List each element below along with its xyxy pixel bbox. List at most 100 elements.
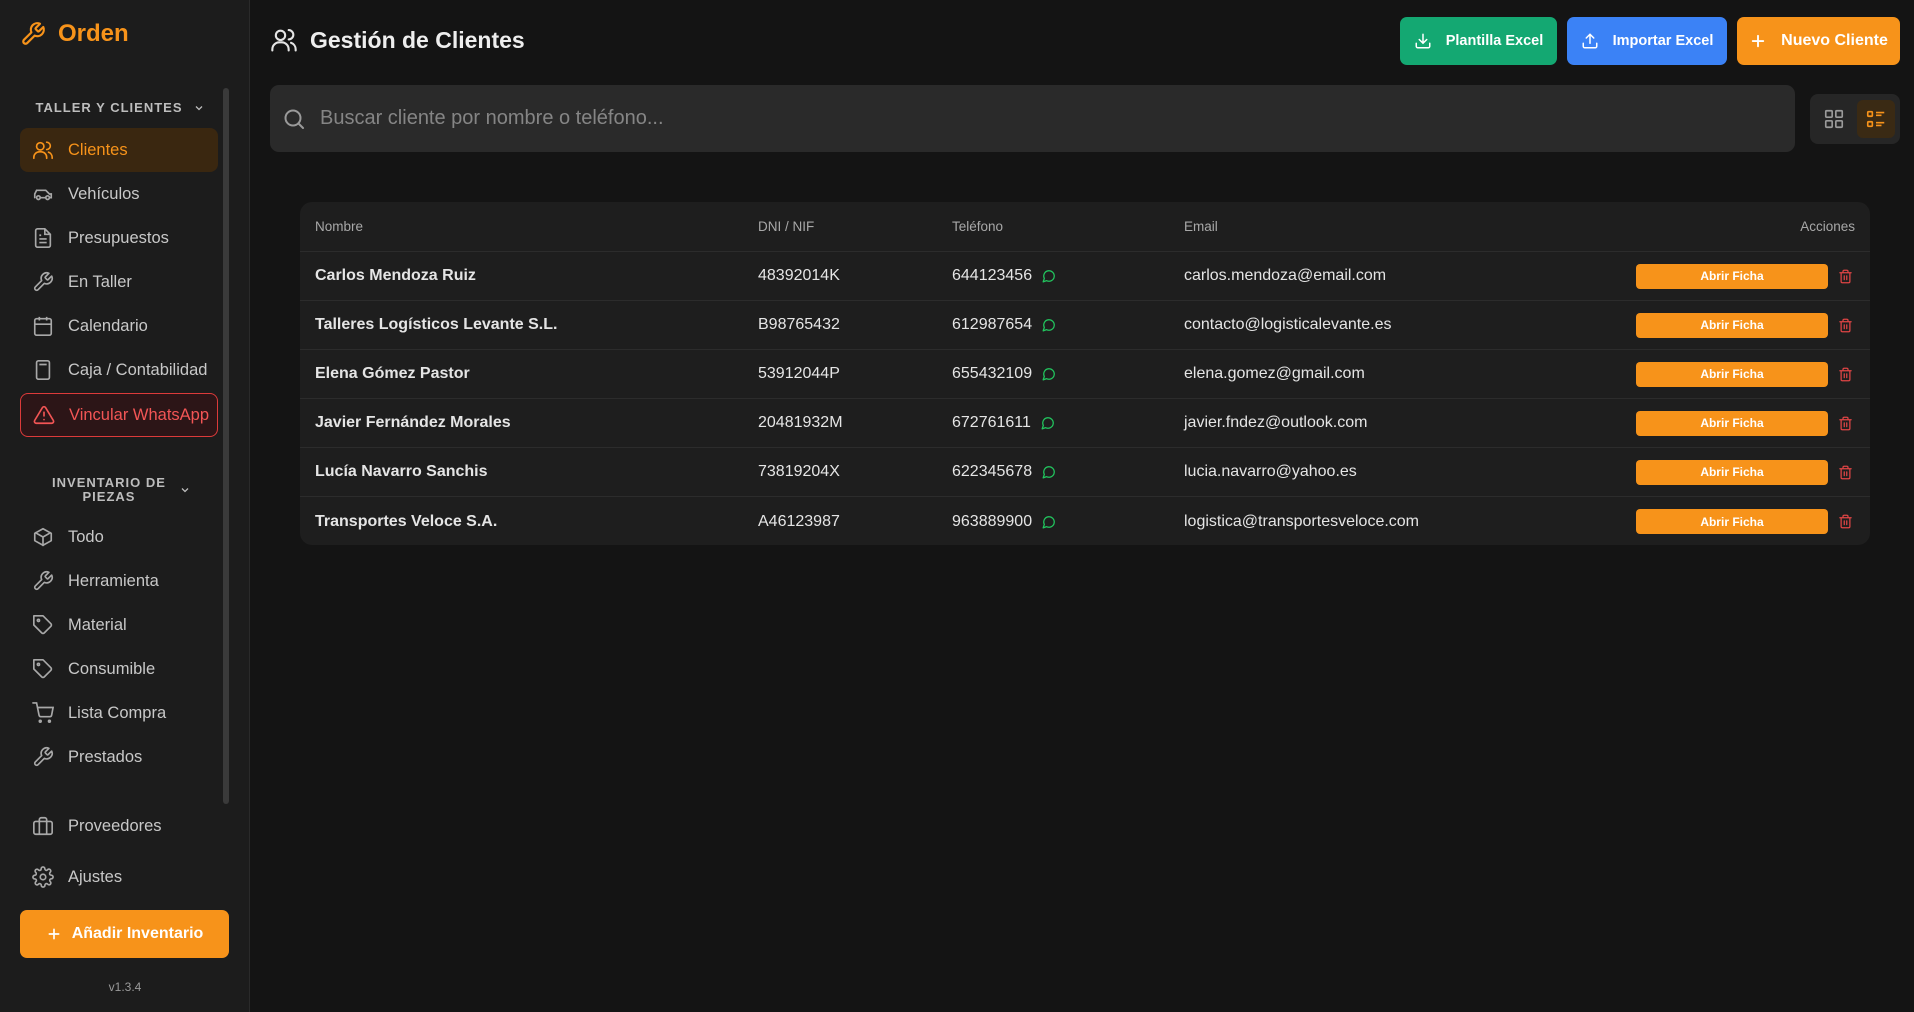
open-record-button[interactable]: Abrir Ficha (1636, 361, 1828, 387)
sidebar-item-caja[interactable]: Caja / Contabilidad (20, 348, 218, 392)
grid-view-button[interactable] (1815, 100, 1853, 138)
row-actions: Abrir Ficha (1636, 509, 1853, 534)
sidebar-item-proveedores[interactable]: Proveedores (20, 804, 218, 848)
section-header-taller[interactable]: TALLER Y CLIENTES (20, 101, 220, 115)
briefcase-icon (32, 815, 54, 837)
new-client-button[interactable]: Nuevo Cliente (1737, 17, 1900, 65)
table-row[interactable]: Elena Gómez Pastor 53912044P 655432109 elen… (300, 350, 1870, 399)
section-header-inventario[interactable]: INVENTARIO DE PIEZAS (20, 476, 220, 504)
client-name: Javier Fernández Morales (315, 414, 511, 431)
client-phone: 655432109 (952, 365, 1033, 382)
whatsapp-chat-icon[interactable] (1042, 269, 1056, 283)
open-record-button[interactable]: Abrir Ficha (1636, 509, 1828, 534)
cart-icon (32, 702, 54, 724)
sidebar-item-material[interactable]: Material (20, 603, 218, 647)
tag-icon (32, 614, 54, 636)
gear-icon (32, 866, 54, 888)
client-email: lucia.navarro@yahoo.es (1184, 463, 1357, 480)
client-name: Elena Gómez Pastor (315, 365, 470, 382)
car-icon (32, 183, 54, 205)
upload-icon (1581, 32, 1599, 50)
table-row[interactable]: Talleres Logísticos Levante S.L. B9876543… (300, 301, 1870, 350)
sidebar-item-en-taller[interactable]: En Taller (20, 260, 218, 304)
whatsapp-chat-icon[interactable] (1042, 318, 1056, 332)
client-phone-cell: 612987654 (952, 316, 1056, 334)
sidebar-item-calendario[interactable]: Calendario (20, 304, 218, 348)
sidebar-item-label: Clientes (68, 140, 128, 159)
open-record-button[interactable]: Abrir Ficha (1636, 312, 1828, 338)
users-icon (32, 139, 54, 161)
sidebar-item-ajustes[interactable]: Ajustes (20, 855, 218, 899)
import-excel-label: Importar Excel (1612, 33, 1714, 49)
trash-icon[interactable] (1838, 367, 1853, 382)
sidebar-item-label: Vincular WhatsApp (69, 405, 210, 424)
new-client-label: Nuevo Cliente (1781, 32, 1888, 49)
list-icon (1865, 108, 1887, 130)
client-email: logistica@transportesveloce.com (1184, 512, 1420, 530)
add-inventory-button[interactable]: Añadir Inventario (20, 910, 229, 958)
page-title: Gestión de Clientes (270, 26, 525, 54)
sidebar-item-label: Lista Compra (68, 703, 167, 722)
client-dni: A46123987 (758, 512, 840, 530)
table-row[interactable]: Transportes Veloce S.A. A46123987 96388990… (300, 497, 1870, 545)
table-row[interactable]: Lucía Navarro Sanchis 73819204X 622345678 l… (300, 448, 1870, 497)
client-name: Transportes Veloce S.A. (315, 512, 498, 530)
sidebar-item-label: En Taller (68, 272, 132, 291)
client-phone: 612987654 (952, 316, 1033, 333)
wrench-icon (32, 570, 54, 592)
grid-icon (1823, 108, 1845, 130)
trash-icon[interactable] (1838, 269, 1853, 284)
search-input[interactable] (320, 107, 1795, 130)
sidebar-item-vehiculos[interactable]: Vehículos (20, 172, 218, 216)
sidebar-item-label: Ajustes (68, 867, 123, 886)
sidebar-item-vincular-whatsapp[interactable]: Vincular WhatsApp (20, 393, 218, 437)
column-header-email: Email (1184, 219, 1218, 234)
sidebar-item-lista-compra[interactable]: Lista Compra (20, 691, 218, 735)
whatsapp-chat-icon[interactable] (1042, 515, 1056, 529)
trash-icon[interactable] (1838, 465, 1853, 480)
sidebar-item-clientes[interactable]: Clientes (20, 128, 218, 172)
whatsapp-chat-icon[interactable] (1042, 465, 1056, 479)
section-title: INVENTARIO DE PIEZAS (52, 475, 166, 504)
whatsapp-chat-icon[interactable] (1042, 367, 1056, 381)
search-icon (282, 107, 306, 131)
sidebar: Orden TALLER Y CLIENTES Clientes Vehícul… (0, 0, 250, 1012)
plus-icon (46, 926, 62, 942)
client-phone: 644123456 (952, 267, 1033, 284)
table-header: Nombre DNI / NIF Teléfono Email Acciones (300, 202, 1870, 252)
trash-icon[interactable] (1838, 416, 1853, 431)
open-record-button[interactable]: Abrir Ficha (1636, 410, 1828, 436)
trash-icon[interactable] (1838, 318, 1853, 333)
client-dni: 48392014K (758, 267, 840, 284)
client-dni: 53912044P (758, 365, 840, 382)
sidebar-item-prestados[interactable]: Prestados (20, 735, 218, 779)
sidebar-item-presupuestos[interactable]: Presupuestos (20, 216, 218, 260)
whatsapp-chat-icon[interactable] (1041, 416, 1055, 430)
client-dni: 73819204X (758, 463, 840, 480)
sidebar-item-consumible[interactable]: Consumible (20, 647, 218, 691)
sidebar-item-label: Vehículos (68, 184, 140, 203)
list-view-button[interactable] (1857, 100, 1895, 138)
client-dni: 20481932M (758, 414, 843, 431)
client-phone-cell: 622345678 (952, 463, 1056, 481)
template-excel-button[interactable]: Plantilla Excel (1400, 17, 1557, 65)
sidebar-item-label: Prestados (68, 747, 143, 766)
row-actions: Abrir Ficha (1636, 459, 1853, 485)
import-excel-button[interactable]: Importar Excel (1567, 17, 1727, 65)
sidebar-scrollbar[interactable] (223, 88, 229, 804)
warning-icon (33, 404, 55, 426)
row-actions: Abrir Ficha (1636, 410, 1853, 436)
sidebar-item-label: Material (68, 615, 127, 634)
table-row[interactable]: Carlos Mendoza Ruiz 48392014K 644123456 car… (300, 252, 1870, 301)
trash-icon[interactable] (1838, 514, 1853, 529)
sidebar-item-herramienta[interactable]: Herramienta (20, 559, 218, 603)
sidebar-item-label: Caja / Contabilidad (68, 360, 208, 379)
brand[interactable]: Orden (20, 20, 129, 48)
wrench-icon (32, 271, 54, 293)
open-record-button[interactable]: Abrir Ficha (1636, 459, 1828, 485)
sidebar-item-label: Consumible (68, 659, 156, 678)
open-record-button[interactable]: Abrir Ficha (1636, 263, 1828, 289)
client-phone-cell: 644123456 (952, 267, 1056, 285)
sidebar-item-todo[interactable]: Todo (20, 515, 218, 559)
table-row[interactable]: Javier Fernández Morales 20481932M 6727616… (300, 399, 1870, 448)
